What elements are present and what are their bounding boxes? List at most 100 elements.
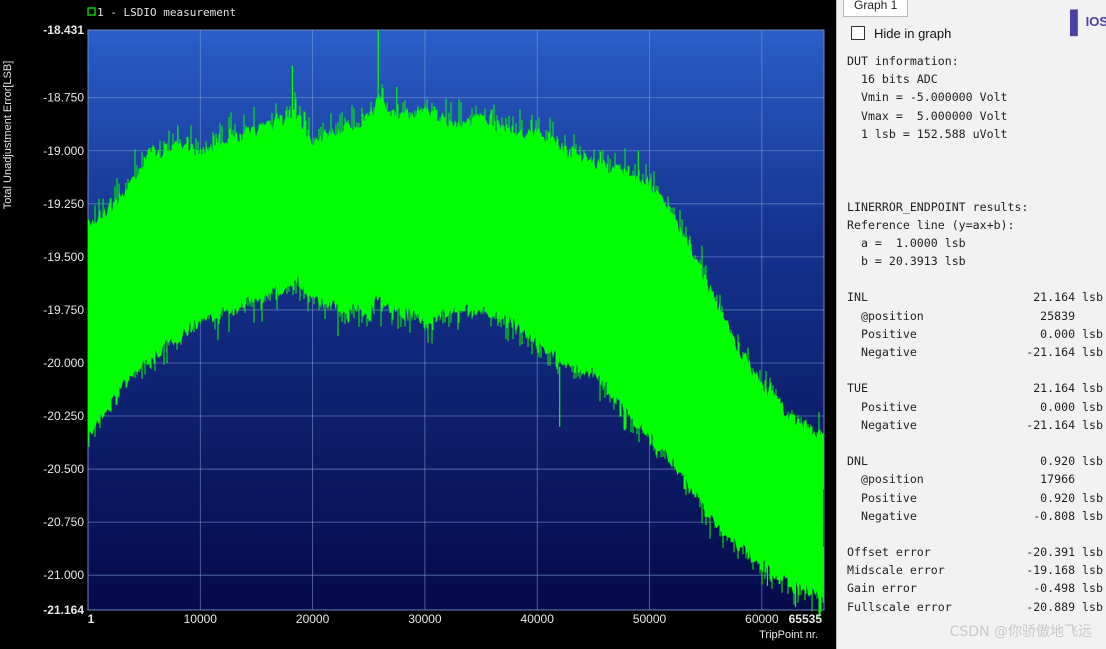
result-line: Positive 0.000 lsb (847, 325, 1103, 343)
result-line: 1 lsb = 152.588 uVolt (847, 125, 1103, 143)
result-value: 21.164 lsb (1033, 290, 1103, 305)
result-value: -21.164 lsb (1026, 345, 1103, 359)
x-axis-title: TripPoint nr. (759, 629, 818, 641)
result-line: LINERROR_ENDPOINT results: (847, 198, 1103, 216)
results-text: DUT information: 16 bits ADC Vmin = -5.0… (847, 52, 1103, 616)
result-label: DNL (847, 454, 868, 469)
result-label: a = 1.0000 lsb (847, 235, 966, 250)
hide-in-graph-label: Hide in graph (874, 25, 952, 41)
result-value: 0.000 lsb (1040, 399, 1103, 414)
result-line: @position 17966 (847, 470, 1103, 488)
chart-title: 1 - LSDIO measurement (97, 6, 236, 19)
result-value: -20.391 lsb (1026, 545, 1103, 560)
result-line: Negative -0.808 lsb (847, 507, 1103, 525)
result-line: Gain error -0.498 lsb (847, 579, 1103, 597)
result-label: 16 bits ADC (847, 72, 938, 87)
result-line: INL 21.164 lsb (847, 288, 1103, 306)
x-tick-label: 65535 (789, 612, 823, 626)
result-line: Positive 0.000 lsb (847, 398, 1103, 416)
chart-panel: 1 10000 20000 30000 40000 50000 60000 65535 -18.… (0, 0, 836, 649)
x-tick-label: 10000 (184, 612, 218, 626)
result-line: DNL 0.920 lsb (847, 452, 1103, 470)
result-label: Positive (847, 399, 917, 414)
y-tick-label: -21.000 (43, 568, 84, 582)
result-line: b = 20.3913 lsb (847, 252, 1103, 270)
result-label: LINERROR_ENDPOINT results: (847, 199, 1029, 214)
measurement-chart[interactable]: 1 10000 20000 30000 40000 50000 60000 65535 -18.… (0, 0, 836, 649)
result-line: Vmax = 5.000000 Volt (847, 107, 1103, 125)
legend-swatch (87, 7, 96, 16)
x-tick-label: 40000 (521, 612, 555, 626)
result-line: a = 1.0000 lsb (847, 234, 1103, 252)
result-line: Negative -21.164 lsb (847, 343, 1103, 361)
tab-graph-1[interactable]: Graph 1 (843, 0, 909, 17)
result-value: -19.168 lsb (1026, 563, 1103, 578)
result-label: @position (847, 308, 924, 323)
result-label: Reference line (y=ax+b): (847, 217, 1015, 232)
y-tick-label: -18.750 (43, 91, 84, 105)
result-line: Offset error -20.391 lsb (847, 543, 1103, 561)
x-tick-label: 60000 (745, 612, 779, 626)
y-tick-label: -20.750 (43, 515, 84, 529)
result-value: 0.920 lsb (1040, 490, 1103, 505)
y-tick-label: -20.250 (43, 409, 84, 423)
result-label: Positive (847, 326, 917, 341)
result-value: -0.498 lsb (1033, 581, 1103, 596)
result-label: 1 lsb = 152.588 uVolt (847, 126, 1008, 141)
result-value: 25839 (1040, 308, 1103, 323)
result-label: Vmin = -5.000000 Volt (847, 90, 1008, 105)
result-label: TUE (847, 381, 868, 396)
results-panel: Graph 1 ▌IOS Hide in graph DUT informati… (836, 0, 1106, 649)
hide-in-graph-row[interactable]: Hide in graph (851, 24, 951, 42)
result-line: Midscale error -19.168 lsb (847, 561, 1103, 579)
y-tick-label: -19.000 (43, 144, 84, 158)
result-value: 0.920 lsb (1040, 454, 1103, 469)
result-line: Vmin = -5.000000 Volt (847, 88, 1103, 106)
result-label: @position (847, 472, 924, 487)
y-tick-label: -20.500 (43, 462, 84, 476)
result-label: INL (847, 290, 868, 305)
result-label: Offset error (847, 545, 931, 560)
result-value: 21.164 lsb (1033, 381, 1103, 396)
result-label: Negative (847, 508, 917, 523)
result-label: DUT information: (847, 54, 959, 68)
x-tick-label: 1 (88, 612, 95, 626)
logo-mark-icon: ▌ (1070, 9, 1086, 35)
result-label: Fullscale error (847, 599, 952, 614)
x-tick-label: 30000 (408, 612, 442, 626)
watermark: CSDN @你骄傲地飞远 (949, 624, 1092, 640)
result-label: Positive (847, 490, 917, 505)
result-label: Vmax = 5.000000 Volt (847, 108, 1008, 123)
hide-in-graph-checkbox[interactable] (851, 26, 865, 40)
x-tick-label: 50000 (633, 612, 667, 626)
logo-text: IOS (1085, 14, 1106, 29)
result-label: b = 20.3913 lsb (847, 254, 966, 269)
result-value: -0.808 lsb (1033, 508, 1103, 523)
result-line: Reference line (y=ax+b): (847, 216, 1103, 234)
result-line: DUT information: (847, 52, 1103, 70)
result-label: Midscale error (847, 563, 945, 578)
result-line: TUE 21.164 lsb (847, 379, 1103, 397)
result-value: -21.164 lsb (1026, 417, 1103, 432)
result-label: Negative (847, 345, 917, 359)
result-label: Gain error (847, 581, 917, 596)
x-tick-label: 20000 (296, 612, 330, 626)
y-tick-label: -19.250 (43, 197, 84, 211)
y-tick-label: -18.431 (43, 23, 84, 37)
result-label: Negative (847, 417, 917, 432)
y-tick-label: -21.164 (43, 603, 84, 617)
y-tick-label: -19.750 (43, 303, 84, 317)
brand-logo: ▌IOS (1070, 4, 1106, 40)
result-line: Fullscale error -20.889 lsb (847, 598, 1103, 616)
y-tick-label: -20.000 (43, 356, 84, 370)
result-value: 0.000 lsb (1040, 326, 1103, 341)
result-value: -20.889 lsb (1026, 599, 1103, 614)
y-tick-label: -19.500 (43, 250, 84, 264)
result-line: @position 25839 (847, 307, 1103, 325)
